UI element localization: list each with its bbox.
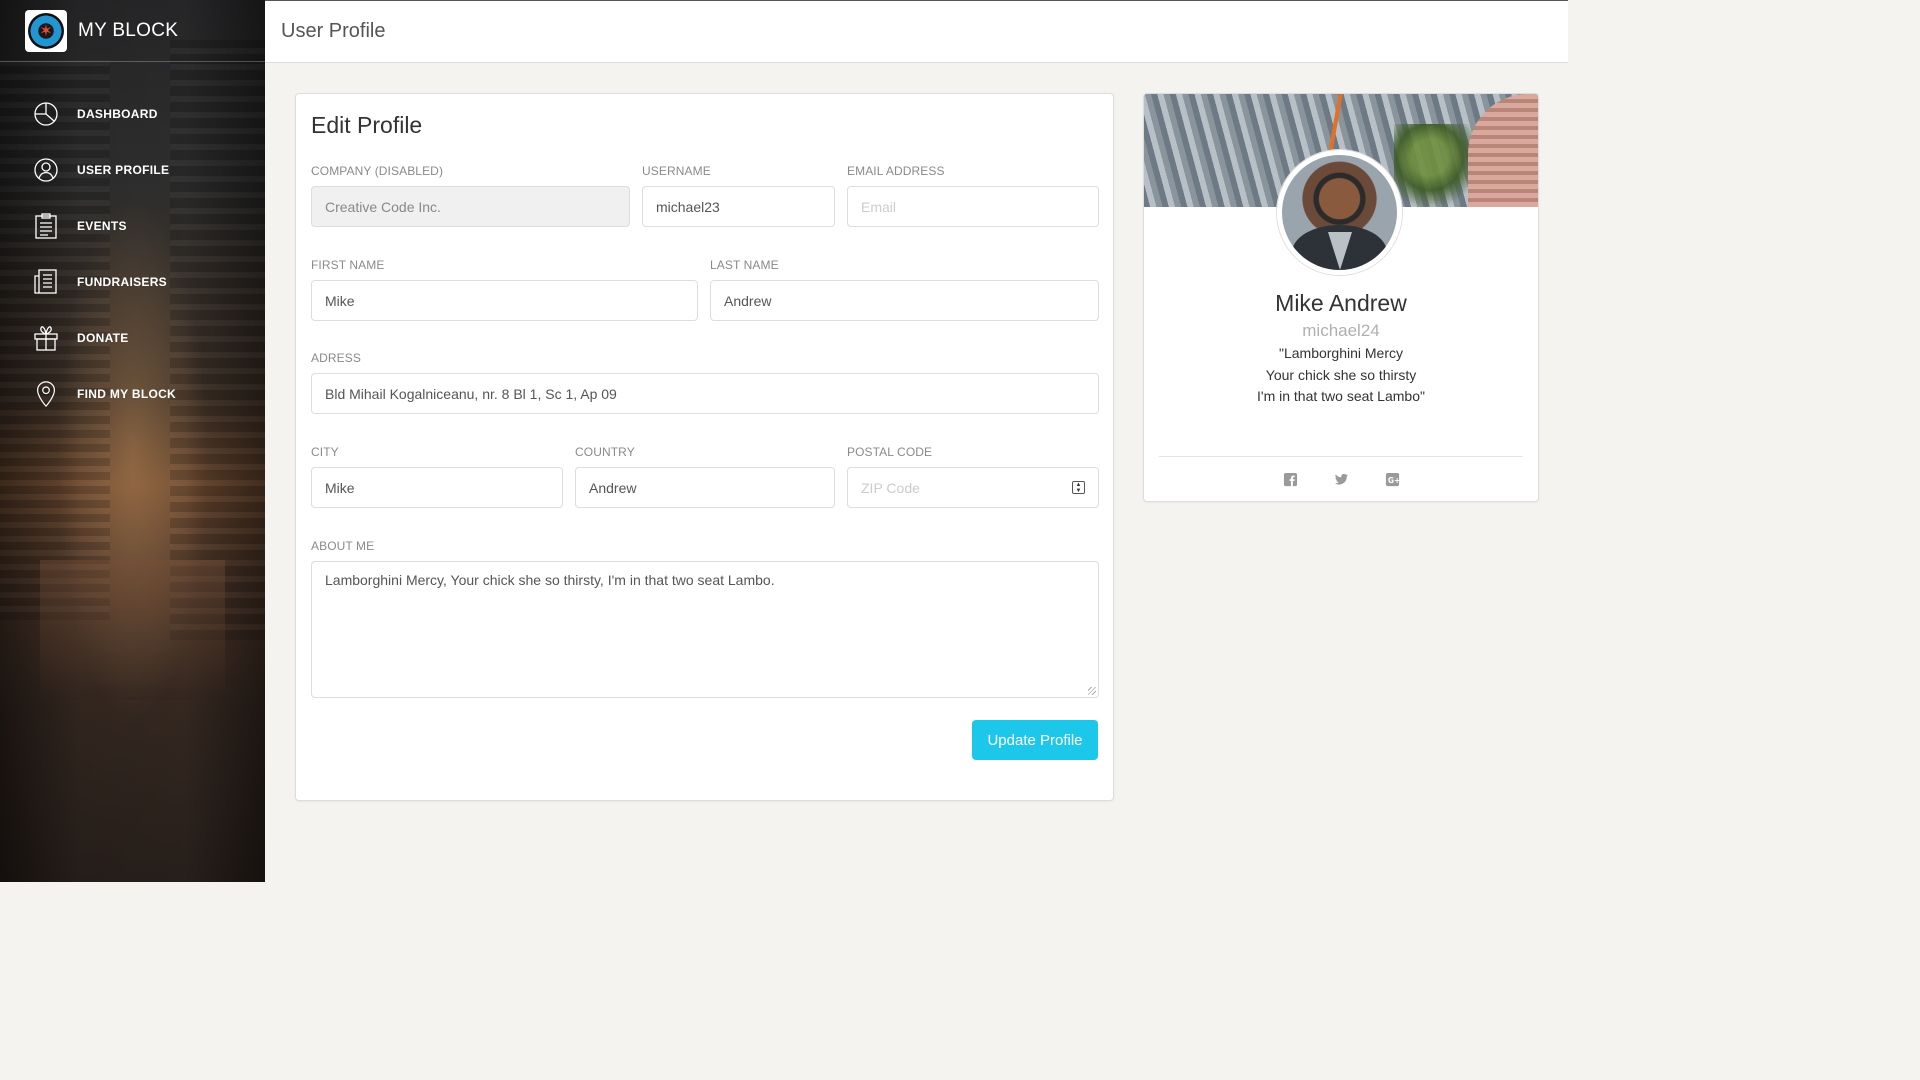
sidebar-item-label: DONATE	[77, 331, 129, 345]
city-field: City Mike	[311, 445, 563, 508]
pie-chart-icon	[33, 99, 59, 129]
clipboard-icon	[33, 211, 59, 241]
city-input[interactable]: Mike	[311, 467, 563, 508]
gift-icon	[33, 323, 59, 353]
quote-line: Your chick she so thirsty	[1265, 366, 1417, 383]
brand[interactable]: ✶ MY BLOCK	[0, 0, 265, 62]
social-links: G+	[1144, 472, 1538, 487]
sidebar-nav: DASHBOARD USER PROFILE EVENTS FUNDRAISER…	[0, 86, 265, 422]
company-input: Creative Code Inc.	[311, 186, 630, 227]
sidebar-item-user-profile[interactable]: USER PROFILE	[0, 142, 265, 198]
main-content: User Profile Edit Profile Company (disab…	[265, 0, 1568, 882]
resize-handle-icon[interactable]	[1088, 687, 1096, 695]
sidebar-item-label: FUNDRAISERS	[77, 275, 167, 289]
user-icon	[33, 155, 59, 185]
brand-title: MY BLOCK	[78, 19, 179, 41]
sidebar-item-label: EVENTS	[77, 219, 127, 233]
postal-code-field: Postal Code ZIP Code ▲ ▼	[847, 445, 1099, 508]
username-label: Username	[642, 164, 711, 178]
card-title: Edit Profile	[311, 112, 423, 138]
postal-code-input[interactable]: ZIP Code ▲ ▼	[847, 467, 1099, 508]
update-profile-button[interactable]: Update Profile	[972, 720, 1098, 760]
google-plus-icon[interactable]: G+	[1385, 472, 1400, 487]
last-name-field: Last Name Andrew	[710, 258, 1099, 321]
avatar[interactable]	[1277, 150, 1402, 275]
profile-name: Mike Andrew	[1275, 290, 1407, 316]
number-stepper-icon[interactable]: ▲ ▼	[1072, 481, 1085, 494]
country-input[interactable]: Andrew	[575, 467, 835, 508]
twitter-icon[interactable]	[1334, 472, 1349, 487]
quote-line: I'm in that two seat Lambo"	[1257, 388, 1425, 404]
edit-profile-card: Edit Profile Company (disabled) Creative…	[295, 93, 1114, 801]
sidebar-item-events[interactable]: EVENTS	[0, 198, 265, 254]
sidebar-item-label: DASHBOARD	[77, 107, 158, 121]
brand-logo: ✶	[25, 9, 67, 52]
username-input[interactable]: michael23	[642, 186, 835, 227]
sidebar-background-street	[40, 560, 225, 700]
top-navbar: User Profile	[265, 0, 1568, 63]
sidebar-item-label: FIND MY BLOCK	[77, 387, 177, 401]
username-field: Username michael23	[642, 164, 835, 227]
first-name-field: First Name Mike	[311, 258, 698, 321]
address-field: Adress Bld Mihail Kogalniceanu, nr. 8 Bl…	[311, 351, 1099, 414]
last-name-label: Last Name	[710, 258, 779, 272]
address-label: Adress	[311, 351, 361, 365]
email-field: Email address Email	[847, 164, 1099, 227]
about-me-label: About Me	[311, 539, 375, 553]
email-input[interactable]: Email	[847, 186, 1099, 227]
sidebar-item-dashboard[interactable]: DASHBOARD	[0, 86, 265, 142]
facebook-icon[interactable]	[1283, 472, 1298, 487]
profile-username: michael24	[1302, 321, 1380, 340]
svg-text:G+: G+	[1387, 476, 1399, 485]
first-name-input[interactable]: Mike	[311, 280, 698, 321]
last-name-input[interactable]: Andrew	[710, 280, 1099, 321]
city-label: City	[311, 445, 339, 459]
sidebar-item-find-my-block[interactable]: FIND MY BLOCK	[0, 366, 265, 422]
news-icon	[33, 267, 59, 297]
about-me-field: About Me Lamborghini Mercy, Your chick s…	[311, 539, 1099, 698]
divider	[1159, 456, 1523, 457]
address-input[interactable]: Bld Mihail Kogalniceanu, nr. 8 Bl 1, Sc …	[311, 373, 1099, 414]
about-me-textarea[interactable]: Lamborghini Mercy, Your chick she so thi…	[311, 561, 1099, 698]
user-profile-card: Mike Andrew michael24 "Lamborghini Mercy…	[1143, 93, 1539, 502]
map-pin-icon	[33, 379, 59, 409]
sidebar-item-fundraisers[interactable]: FUNDRAISERS	[0, 254, 265, 310]
quote-line: "Lamborghini Mercy	[1278, 345, 1404, 361]
sidebar-item-label: USER PROFILE	[77, 163, 170, 177]
company-field: Company (disabled) Creative Code Inc.	[311, 164, 630, 227]
email-label: Email address	[847, 164, 945, 178]
sidebar-item-donate[interactable]: DONATE	[0, 310, 265, 366]
page-title[interactable]: User Profile	[281, 20, 385, 43]
first-name-label: First Name	[311, 258, 385, 272]
postal-code-label: Postal Code	[847, 445, 933, 459]
postal-code-placeholder: ZIP Code	[861, 479, 920, 496]
country-label: Country	[575, 445, 635, 459]
country-field: Country Andrew	[575, 445, 835, 508]
profile-description: "Lamborghini Mercy Your chick she so thi…	[1144, 343, 1538, 408]
company-label: Company (disabled)	[311, 164, 444, 178]
sidebar: ✶ MY BLOCK DASHBOARD USER PROFILE EVENTS…	[0, 0, 265, 882]
